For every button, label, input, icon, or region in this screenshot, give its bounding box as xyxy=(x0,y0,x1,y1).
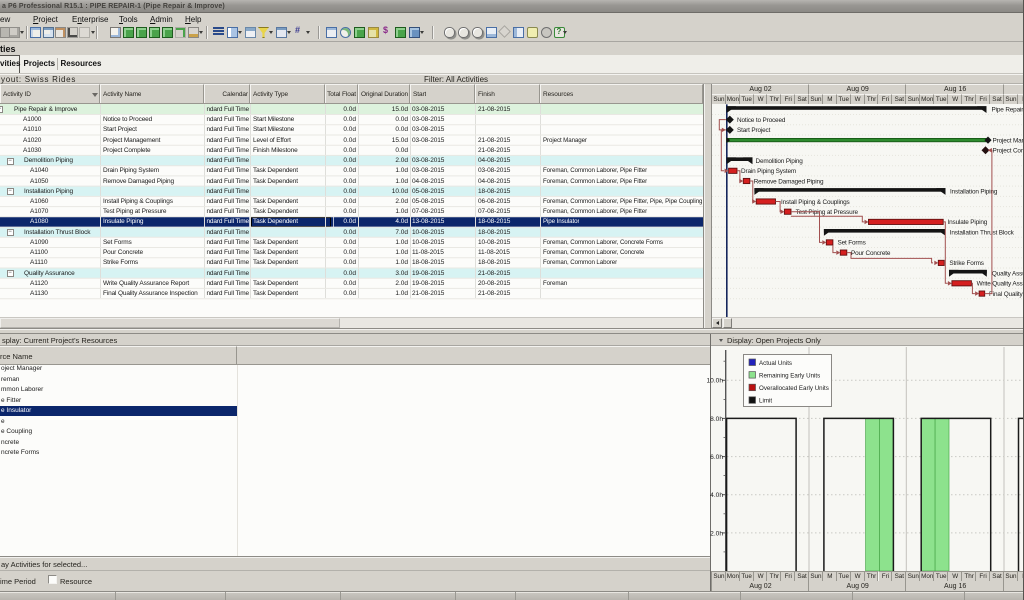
svg-text:2.0h: 2.0h xyxy=(710,530,723,537)
svg-text:Overallocated Early Units: Overallocated Early Units xyxy=(759,385,829,392)
svg-text:10.0h: 10.0h xyxy=(706,378,723,385)
svg-text:Limit: Limit xyxy=(759,398,772,405)
svg-text:8.0h: 8.0h xyxy=(710,416,723,423)
svg-text:Remaining Early Units: Remaining Early Units xyxy=(759,372,820,379)
svg-text:6.0h: 6.0h xyxy=(710,454,723,461)
svg-text:Actual Units: Actual Units xyxy=(759,360,792,367)
svg-text:4.0h: 4.0h xyxy=(710,492,723,499)
